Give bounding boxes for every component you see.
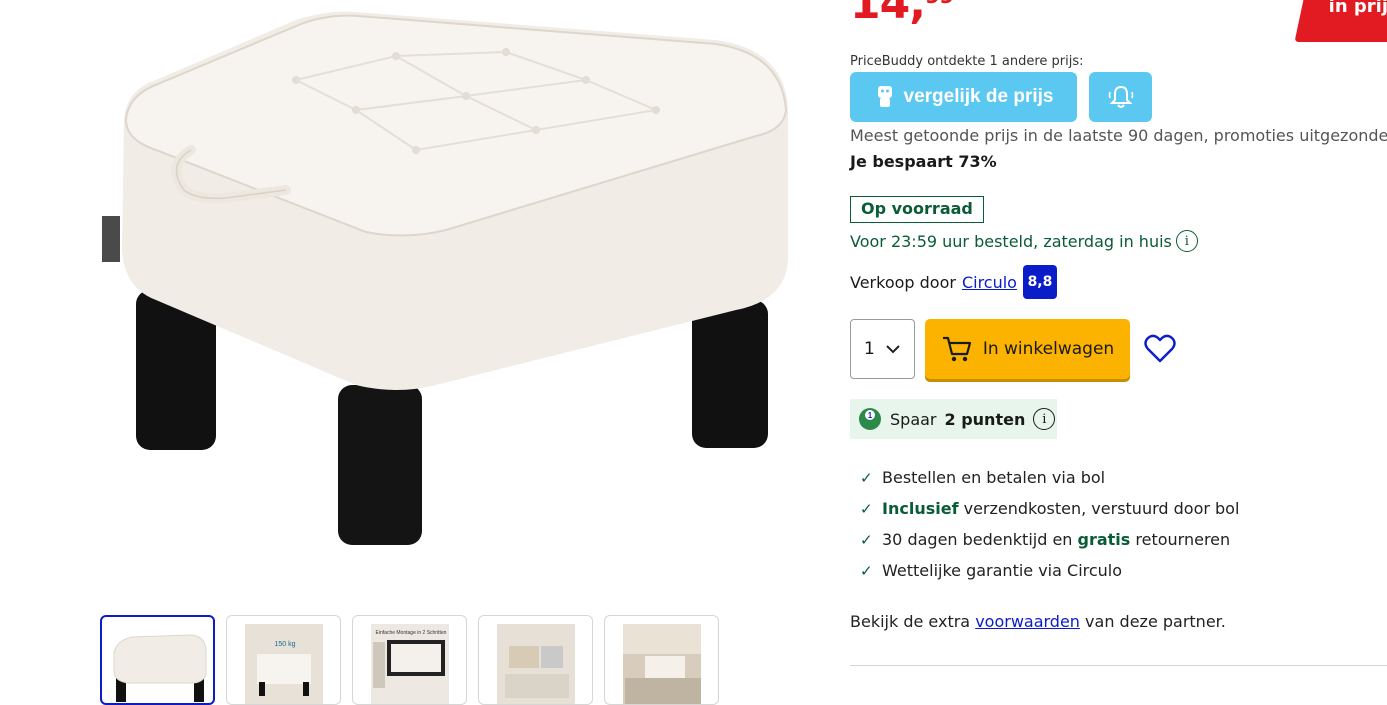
compare-price-button[interactable]: vergelijk de prijs	[850, 72, 1077, 122]
thumbnail-strip: 150 kg Einfache Montage in 2 Schritten	[100, 615, 719, 705]
delivery-info: Voor 23:59 uur besteld, zaterdag in huis…	[850, 230, 1198, 252]
usp-item: ✓ Bestellen en betalen via bol	[860, 462, 1239, 493]
cart-icon	[942, 336, 971, 362]
quantity-select[interactable]: 1	[850, 319, 915, 379]
thumbnail-2-label: 150 kg	[274, 641, 295, 648]
points-info-icon[interactable]: i	[1033, 408, 1056, 430]
thumbnail-5[interactable]	[604, 615, 719, 705]
check-icon: ✓	[860, 561, 873, 580]
usp-item: ✓ Inclusief verzendkosten, verstuurd doo…	[860, 493, 1239, 524]
price-whole: 14,	[850, 0, 926, 29]
usp-list: ✓ Bestellen en betalen via bol ✓ Inclusi…	[860, 462, 1239, 586]
usp-text: Wettelijke garantie via Circulo	[882, 561, 1123, 580]
add-to-cart-button[interactable]: In winkelwagen	[925, 319, 1130, 379]
check-icon: ✓	[860, 499, 873, 518]
partner-conditions: Bekijk de extra voorwaarden van deze par…	[850, 612, 1226, 631]
points-prefix: Spaar	[890, 409, 937, 429]
info-icon[interactable]: i	[1175, 230, 1198, 252]
thumbnail-4[interactable]	[478, 615, 593, 705]
wishlist-button[interactable]	[1144, 334, 1176, 368]
price: 14,99	[850, 0, 955, 29]
seller-rating-badge[interactable]: 8,8	[1022, 265, 1057, 299]
promo-badge: in prijs	[1294, 0, 1387, 42]
stock-badge: Op voorraad	[850, 196, 984, 223]
svg-text:1: 1	[868, 411, 873, 420]
points-banner: 1 Spaar 2 punten i	[850, 399, 1057, 439]
check-icon: ✓	[860, 530, 873, 549]
check-icon: ✓	[860, 468, 873, 487]
pricebuddy-label: PriceBuddy ontdekte 1 andere prijs:	[850, 54, 1084, 69]
thumbnail-3[interactable]: Einfache Montage in 2 Schritten	[352, 615, 467, 705]
usp-text: Bestellen en betalen via bol	[882, 468, 1106, 487]
chevron-down-icon	[886, 345, 900, 354]
seller-link[interactable]: Circulo	[962, 273, 1017, 292]
points-icon: 1	[859, 408, 881, 430]
savings: Je bespaart 73%	[850, 152, 997, 171]
thumbnail-3-label: Einfache Montage in 2 Schritten	[376, 630, 447, 636]
conditions-link[interactable]: voorwaarden	[975, 612, 1080, 631]
divider	[850, 665, 1387, 666]
heart-icon	[1144, 334, 1176, 363]
promo-badge-label: in prijs	[1328, 0, 1387, 17]
points-value: 2 punten	[944, 409, 1026, 429]
usp-text: Inclusief verzendkosten, verstuurd door …	[882, 499, 1240, 518]
add-to-cart-label: In winkelwagen	[982, 339, 1115, 359]
thumbnail-1[interactable]	[100, 615, 215, 705]
seller-info: Verkoop door Circulo 8,8	[850, 265, 1057, 299]
quantity-value: 1	[864, 339, 875, 359]
price-alert-button[interactable]	[1089, 72, 1152, 122]
delivery-text: Voor 23:59 uur besteld, zaterdag in huis	[850, 231, 1172, 251]
bell-icon	[1108, 85, 1133, 108]
price-cents: 99	[925, 0, 955, 9]
buy-block: 14,99 in prijs PriceBuddy ontdekte 1 and…	[850, 0, 1387, 696]
usp-text: 30 dagen bedenktijd en gratis retournere…	[882, 530, 1231, 549]
price-info: Meest getoonde prijs in de laatste 90 da…	[850, 126, 1387, 145]
usp-item: ✓ 30 dagen bedenktijd en gratis retourne…	[860, 524, 1239, 555]
product-main-image[interactable]	[96, 0, 796, 560]
seller-prefix: Verkoop door	[850, 272, 956, 292]
thumbnail-2[interactable]: 150 kg	[226, 615, 341, 705]
compare-price-label: vergelijk de prijs	[903, 86, 1054, 107]
usp-item: ✓ Wettelijke garantie via Circulo	[860, 555, 1239, 586]
pricebuddy-mascot-icon	[877, 86, 892, 107]
